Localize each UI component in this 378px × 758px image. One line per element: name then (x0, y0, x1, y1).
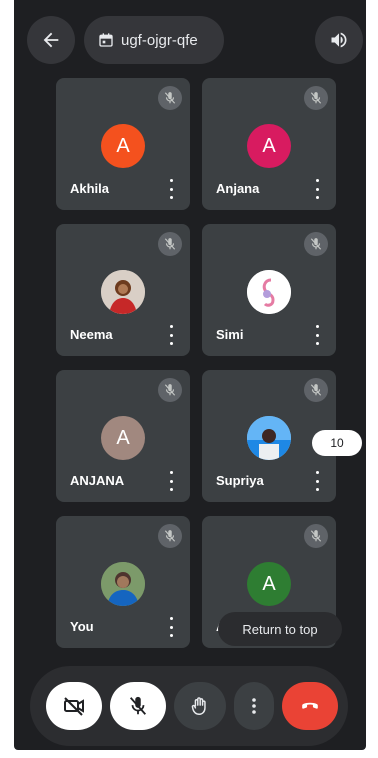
mic-off-icon (310, 238, 322, 250)
meet-call-screen: ugf-ojgr-qfe A Akhila A Anjana Neema Sim… (14, 0, 366, 750)
meeting-code-chip[interactable]: ugf-ojgr-qfe (84, 16, 224, 64)
participant-name: Anjana (216, 181, 260, 196)
calendar-icon (99, 33, 113, 47)
muted-badge (158, 232, 182, 256)
avatar-initial: A (116, 426, 130, 449)
participant-name: You (70, 619, 94, 634)
profile-photo-icon (247, 416, 291, 460)
muted-badge (158, 378, 182, 402)
avatar-initial: A (116, 134, 130, 157)
top-bar: ugf-ojgr-qfe (14, 0, 366, 80)
participant-name: Simi (216, 327, 244, 342)
participant-menu-button[interactable] (166, 325, 176, 345)
avatar: A (247, 124, 291, 168)
arrow-back-icon (43, 32, 59, 48)
hand-icon (191, 697, 206, 715)
avatar-photo (247, 416, 291, 460)
end-call-button[interactable] (282, 682, 338, 730)
muted-badge (304, 232, 328, 256)
participant-tile[interactable]: A Akhila (56, 78, 190, 210)
avatar-photo (247, 270, 291, 314)
participant-name: Neema (70, 327, 113, 342)
speaker-button[interactable] (315, 16, 363, 64)
participant-menu-button[interactable] (166, 179, 176, 199)
mic-toggle-button[interactable] (110, 682, 166, 730)
muted-badge (304, 378, 328, 402)
return-to-top-button[interactable]: Return to top (218, 612, 342, 646)
participant-tile[interactable]: Simi (202, 224, 336, 356)
mic-off-icon (164, 384, 176, 396)
profile-photo-icon (101, 270, 145, 314)
participant-name: Akhila (70, 181, 110, 196)
mic-off-icon (164, 530, 176, 542)
mic-off-icon (164, 238, 176, 250)
participant-menu-button[interactable] (312, 471, 322, 491)
avatar-photo (101, 270, 145, 314)
scroll-position-badge: 10 (312, 430, 362, 456)
participant-tile[interactable]: Neema (56, 224, 190, 356)
avatar: A (101, 416, 145, 460)
call-controls-bar (30, 666, 348, 746)
avatar-initial: A (262, 134, 276, 157)
avatar: A (247, 562, 291, 606)
muted-badge (158, 524, 182, 548)
mic-off-icon (310, 530, 322, 542)
participant-menu-button[interactable] (312, 325, 322, 345)
participant-tile[interactable]: You (56, 516, 190, 648)
participant-menu-button[interactable] (312, 179, 322, 199)
muted-badge (304, 86, 328, 110)
mic-off-icon (129, 696, 147, 715)
participant-tile[interactable]: A ANJANA (56, 370, 190, 502)
participant-name: Supriya (216, 473, 264, 488)
meeting-code: ugf-ojgr-qfe (121, 31, 198, 49)
mic-off-icon (310, 384, 322, 396)
muted-badge (304, 524, 328, 548)
camera-toggle-button[interactable] (46, 682, 102, 730)
avatar: A (101, 124, 145, 168)
participant-name: ANJANA (70, 473, 125, 488)
profile-photo-icon (247, 270, 291, 314)
participant-menu-button[interactable] (166, 471, 176, 491)
mic-off-icon (164, 92, 176, 104)
profile-photo-icon (101, 562, 145, 606)
avatar-photo (101, 562, 145, 606)
participant-menu-button[interactable] (166, 617, 176, 637)
more-options-button[interactable] (234, 682, 274, 730)
mic-off-icon (310, 92, 322, 104)
camera-off-icon (64, 697, 84, 716)
muted-badge (158, 86, 182, 110)
speaker-icon (331, 32, 347, 48)
raise-hand-button[interactable] (174, 682, 226, 730)
avatar-initial: A (262, 572, 276, 595)
participant-tile[interactable]: A Anjana (202, 78, 336, 210)
more-vert-icon (252, 698, 256, 714)
call-end-icon (302, 702, 318, 709)
back-button[interactable] (27, 16, 75, 64)
